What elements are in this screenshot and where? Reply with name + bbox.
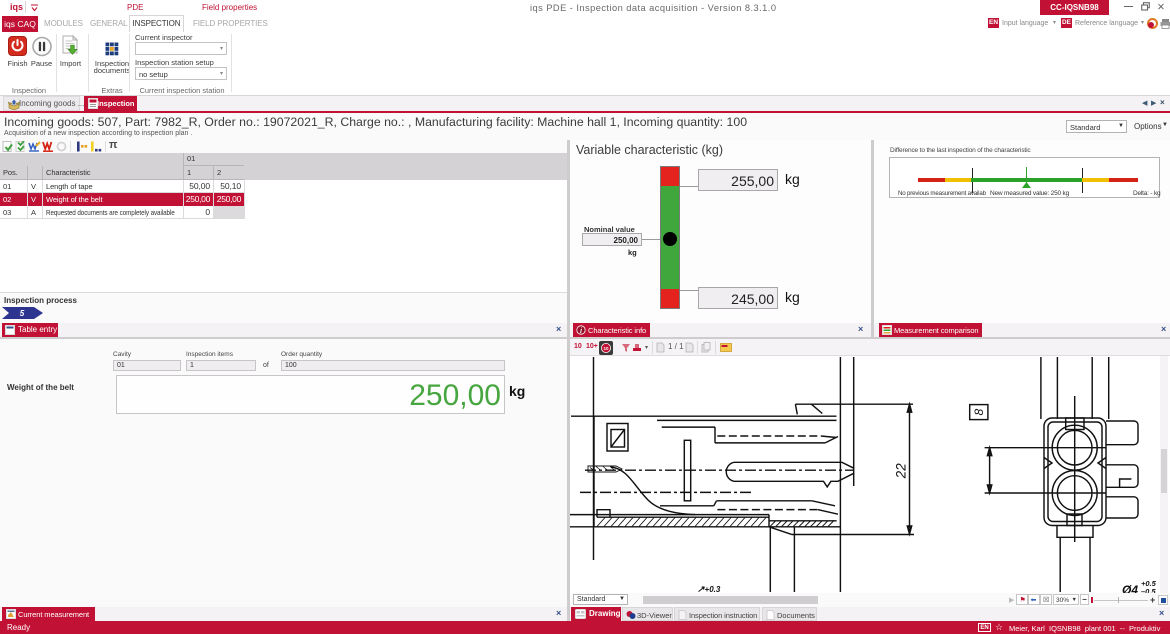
svg-text:5: 5 xyxy=(20,309,25,318)
svg-text:↗+0.3: ↗+0.3 xyxy=(697,584,721,593)
svg-text:22: 22 xyxy=(894,463,909,480)
svg-text:Ø4: Ø4 xyxy=(1122,583,1138,593)
svg-text:10: 10 xyxy=(603,346,609,351)
svg-text:8: 8 xyxy=(972,408,986,415)
